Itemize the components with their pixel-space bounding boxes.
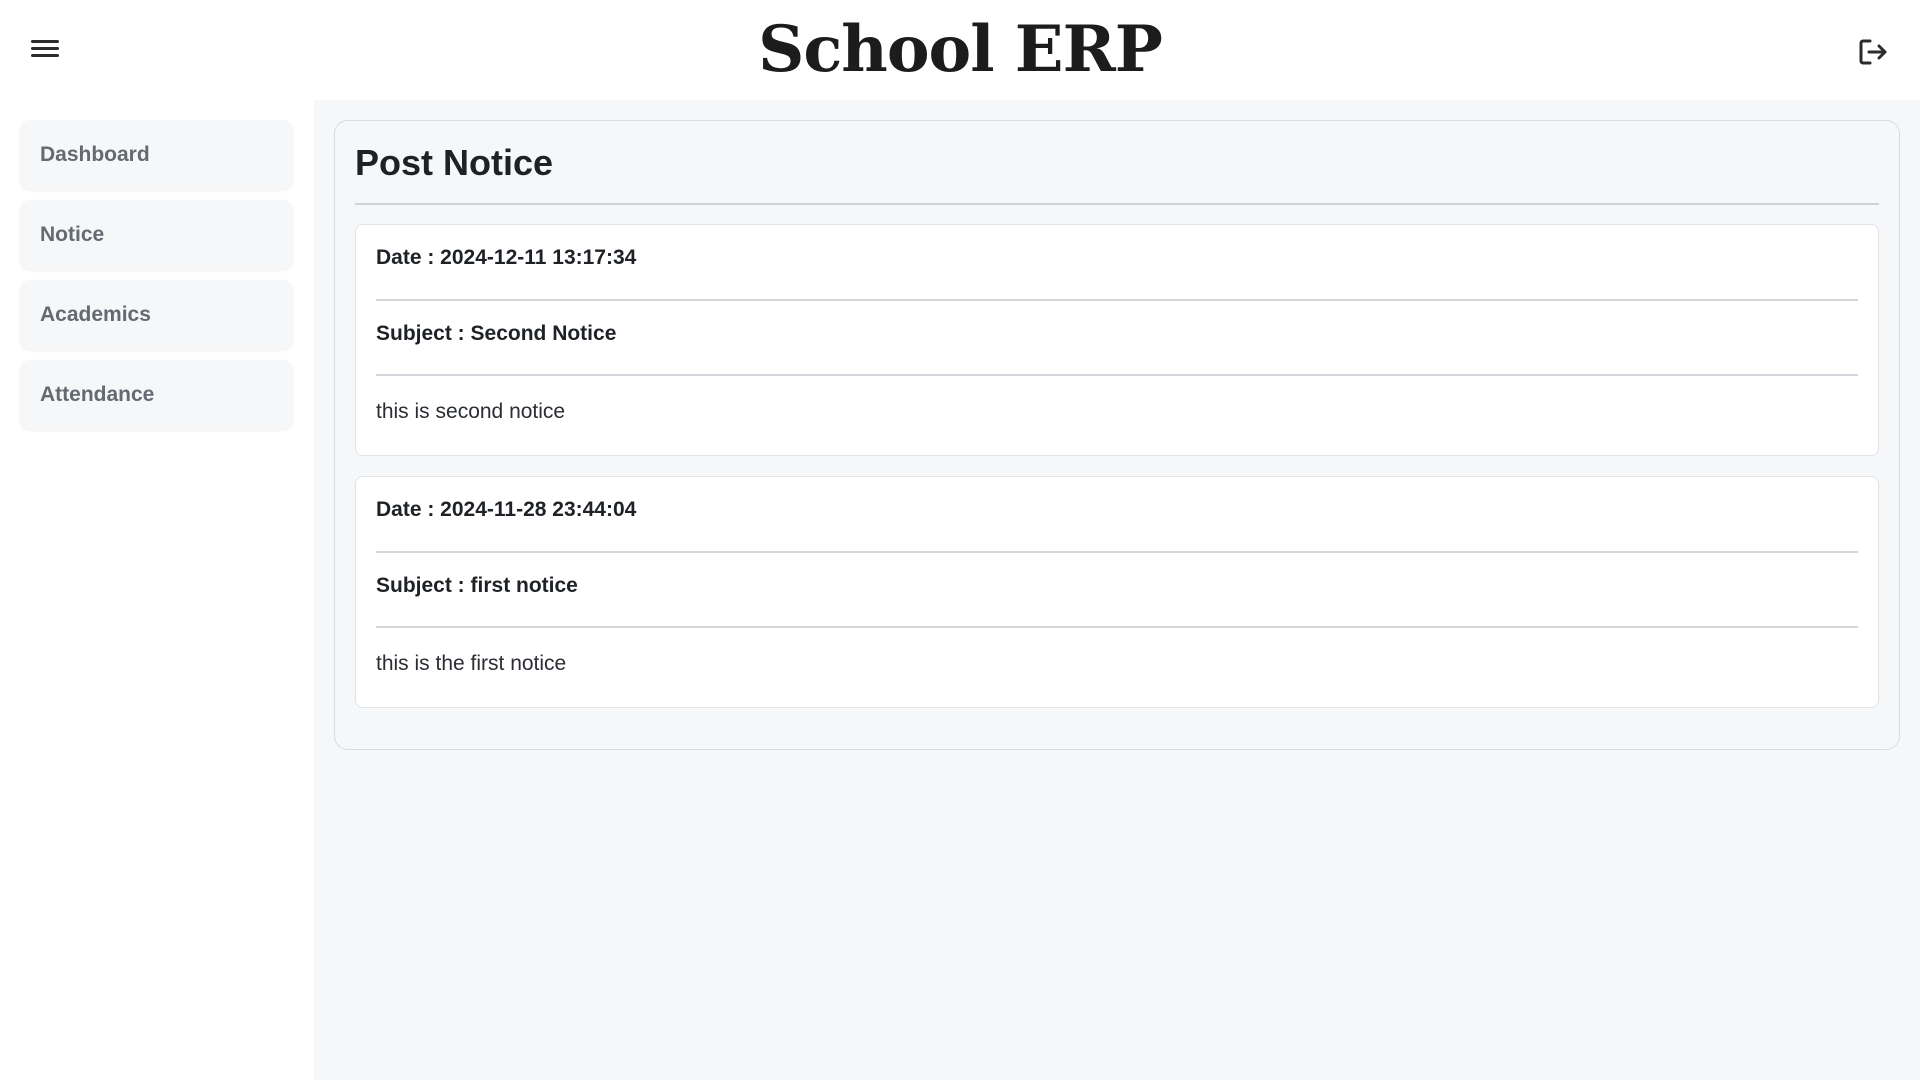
- notice-card: Date : 2024-12-11 13:17:34 Subject : Sec…: [355, 224, 1879, 456]
- sidebar-item-academics[interactable]: Academics: [20, 280, 293, 350]
- logout-icon[interactable]: [1854, 33, 1892, 71]
- notice-subject: Subject : first notice: [376, 574, 578, 597]
- notice-subject: Subject : Second Notice: [376, 322, 617, 345]
- notice-divider: [376, 299, 1858, 301]
- top-header: School ERP: [0, 0, 1920, 100]
- sidebar-item-dashboard[interactable]: Dashboard: [20, 120, 293, 190]
- main-content: Post Notice Date : 2024-12-11 13:17:34 S…: [314, 100, 1920, 1080]
- app-title: School ERP: [758, 12, 1163, 87]
- notice-divider: [376, 626, 1858, 628]
- page-title: Post Notice: [355, 142, 554, 183]
- notice-divider: [376, 551, 1858, 553]
- notice-body: this is the first notice: [376, 652, 567, 675]
- notice-card: Date : 2024-11-28 23:44:04 Subject : fir…: [355, 476, 1879, 708]
- notice-divider: [376, 374, 1858, 376]
- notice-panel: Post Notice Date : 2024-12-11 13:17:34 S…: [334, 120, 1900, 750]
- notice-body: this is second notice: [376, 400, 566, 423]
- sidebar-item-notice[interactable]: Notice: [20, 200, 293, 270]
- notice-date: Date : 2024-12-11 13:17:34: [376, 246, 637, 269]
- notice-date: Date : 2024-11-28 23:44:04: [376, 498, 637, 521]
- sidebar: Dashboard Notice Academics Attendance: [0, 100, 314, 1080]
- logout-icon-graphic: [1859, 39, 1887, 65]
- title-divider: [355, 203, 1879, 205]
- sidebar-item-attendance[interactable]: Attendance: [20, 360, 293, 430]
